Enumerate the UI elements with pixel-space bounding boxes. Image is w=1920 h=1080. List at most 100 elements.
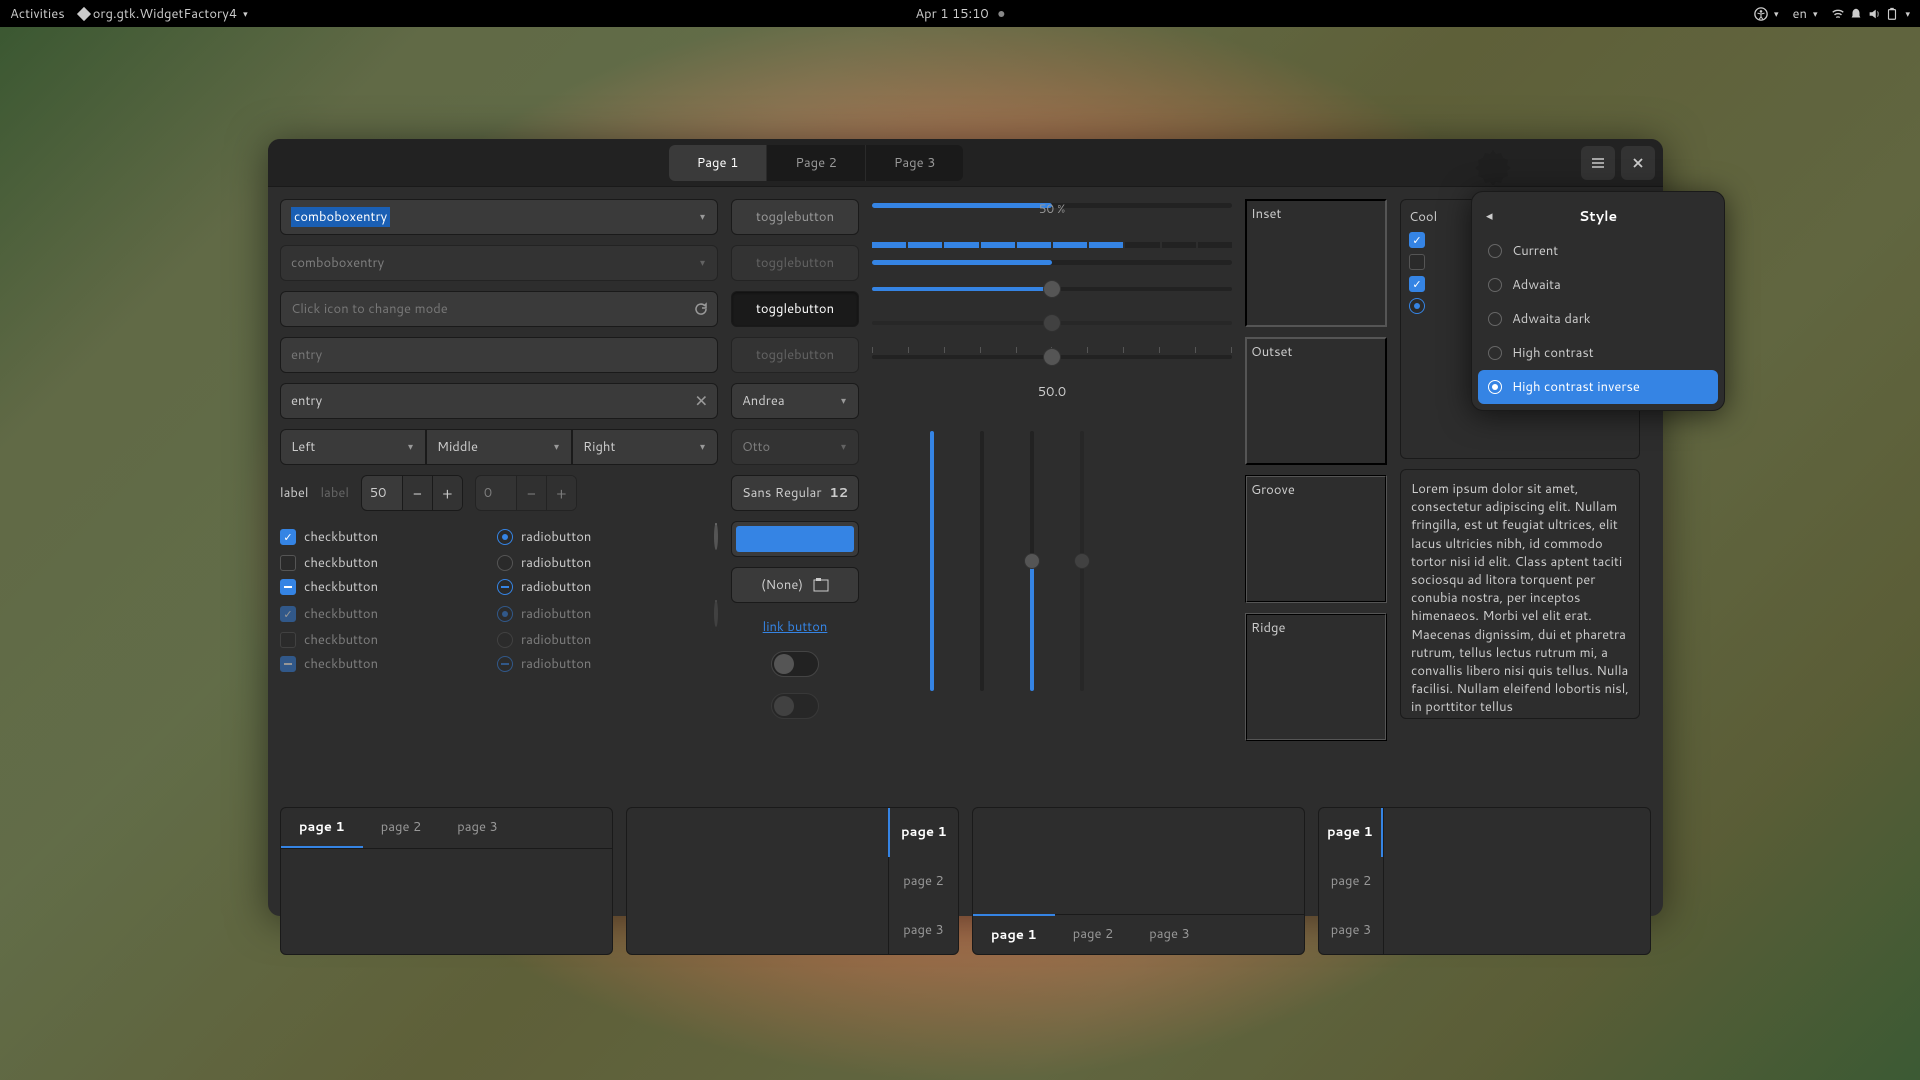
nb3-tab2[interactable]: page 2	[1055, 915, 1132, 954]
style-option-high-contrast[interactable]: High contrast	[1478, 336, 1718, 370]
spinner-icon	[714, 523, 718, 550]
spinbutton-1[interactable]: − +	[361, 475, 463, 511]
checkbutton-5: checkbutton	[280, 631, 483, 649]
nb1-tab3[interactable]: page 3	[439, 808, 516, 848]
style-option-adwaita[interactable]: Adwaita	[1478, 268, 1718, 302]
checkbutton-2[interactable]: checkbutton	[280, 554, 483, 572]
header-tabs: Page 1 Page 2 Page 3	[669, 145, 964, 181]
entry-filled[interactable]	[280, 383, 718, 419]
combo-left[interactable]: Left▾	[280, 429, 426, 465]
vscale-4	[1072, 431, 1092, 691]
combo-right[interactable]: Right▾	[572, 429, 718, 465]
scale-2	[872, 313, 1232, 333]
tab-page2[interactable]: Page 2	[767, 145, 866, 181]
chevron-down-icon: ▾	[243, 7, 248, 20]
checkbutton-1[interactable]: ✓checkbutton	[280, 525, 483, 548]
progressbar-2	[872, 260, 1232, 265]
document-icon	[813, 578, 829, 592]
switch-2	[771, 693, 819, 719]
nb4-tab1[interactable]: page 1	[1319, 808, 1383, 857]
togglebutton-2: togglebutton	[731, 245, 859, 281]
style-option-adwaita-dark[interactable]: Adwaita dark	[1478, 302, 1718, 336]
vscale-1[interactable]	[922, 431, 942, 691]
tab-page1[interactable]: Page 1	[669, 145, 768, 181]
lang-menu[interactable]: en ▾	[1792, 5, 1817, 23]
spinbutton-2: − +	[475, 475, 577, 511]
wifi-icon	[1831, 7, 1845, 21]
nb1-tab2[interactable]: page 2	[363, 808, 440, 848]
checkbutton-6: checkbutton	[280, 655, 483, 673]
hamburger-icon	[1590, 155, 1606, 171]
frame-groove: Groove	[1245, 475, 1387, 603]
radiobutton-1[interactable]: radiobutton	[497, 525, 700, 548]
bell-icon	[1849, 7, 1863, 21]
widget-factory-window: Page 1 Page 2 Page 3 comboboxentry ▾ com…	[268, 139, 1663, 916]
spinner-icon	[714, 600, 718, 627]
nb4-tab2[interactable]: page 2	[1319, 857, 1383, 906]
nb3-tab1[interactable]: page 1	[973, 914, 1055, 954]
radiobutton-4: radiobutton	[497, 602, 700, 625]
togglebutton-1[interactable]: togglebutton	[731, 199, 859, 235]
color-button[interactable]	[731, 521, 859, 557]
nb2-tab1[interactable]: page 1	[888, 808, 958, 857]
chevron-down-icon: ▾	[698, 210, 707, 224]
scale-1[interactable]	[872, 279, 1232, 299]
vscale-2[interactable]	[972, 431, 992, 691]
chevron-down-icon: ▾	[698, 256, 707, 270]
app-menu[interactable]: org.gtk.WidgetFactory4 ▾	[79, 5, 248, 23]
style-option-current[interactable]: Current	[1478, 234, 1718, 268]
scale-3[interactable]	[872, 347, 1232, 367]
file-chooser-button[interactable]: (None)	[731, 567, 859, 603]
link-button[interactable]: link button	[731, 613, 859, 641]
font-button[interactable]: Sans Regular 12	[731, 475, 859, 511]
app-icon	[77, 6, 91, 20]
notebook-top: page 1 page 2 page 3	[280, 807, 613, 955]
popover-title: Style	[1579, 206, 1617, 226]
color-swatch	[736, 526, 854, 552]
combo-otto: Otto▾	[731, 429, 859, 465]
progressbar-segmented	[872, 242, 1232, 248]
popover-back-button[interactable]: ◂	[1486, 207, 1493, 225]
togglebutton-3[interactable]: togglebutton	[731, 291, 859, 327]
system-tray[interactable]: ▾	[1831, 7, 1910, 21]
style-popover: ◂ Style Current Adwaita Adwaita dark Hig…	[1471, 191, 1725, 411]
spin-minus[interactable]: −	[402, 476, 432, 510]
accessibility-menu[interactable]: ▾	[1754, 7, 1779, 21]
frame-inset: Inset	[1245, 199, 1387, 327]
accessibility-icon	[1754, 7, 1768, 21]
vscale-3[interactable]	[1022, 431, 1042, 691]
combobox-entry-1[interactable]: comboboxentry ▾	[280, 199, 718, 235]
progress-label: 50 %	[1039, 200, 1065, 217]
combo-andrea[interactable]: Andrea▾	[731, 383, 859, 419]
nb3-tab3[interactable]: page 3	[1131, 915, 1208, 954]
mode-entry[interactable]	[280, 291, 718, 327]
checkbutton-3[interactable]: checkbutton	[280, 578, 483, 596]
nb4-tab3[interactable]: page 3	[1319, 905, 1383, 954]
radiobutton-6: radiobutton	[497, 655, 700, 673]
clear-icon[interactable]: ✕	[695, 390, 708, 413]
nb2-tab3[interactable]: page 3	[889, 905, 958, 954]
notebook-right: page 1 page 2 page 3	[626, 807, 959, 955]
combo-middle[interactable]: Middle▾	[426, 429, 572, 465]
close-button[interactable]	[1621, 146, 1655, 180]
nb1-tab1[interactable]: page 1	[281, 808, 363, 848]
gear-icon	[1463, 145, 1523, 185]
nb2-tab2[interactable]: page 2	[889, 857, 958, 906]
label-1: label	[280, 484, 308, 502]
togglebutton-4: togglebutton	[731, 337, 859, 373]
notebook-bottom: page 1 page 2 page 3	[972, 807, 1305, 955]
spin-plus[interactable]: +	[432, 476, 462, 510]
frame-ridge: Ridge	[1245, 613, 1387, 741]
style-option-high-contrast-inverse[interactable]: High contrast inverse	[1478, 370, 1718, 404]
hamburger-menu-button[interactable]	[1581, 146, 1615, 180]
refresh-icon[interactable]	[694, 302, 708, 316]
close-icon	[1631, 156, 1645, 170]
clock[interactable]: Apr 1 15:10	[915, 5, 1004, 23]
activities-button[interactable]: Activities	[10, 5, 65, 23]
tab-page3[interactable]: Page 3	[866, 145, 964, 181]
entry-empty[interactable]	[280, 337, 718, 373]
switch-1[interactable]	[771, 651, 819, 677]
radiobutton-2[interactable]: radiobutton	[497, 554, 700, 572]
radiobutton-3[interactable]: radiobutton	[497, 578, 700, 596]
notification-dot-icon	[999, 11, 1005, 17]
